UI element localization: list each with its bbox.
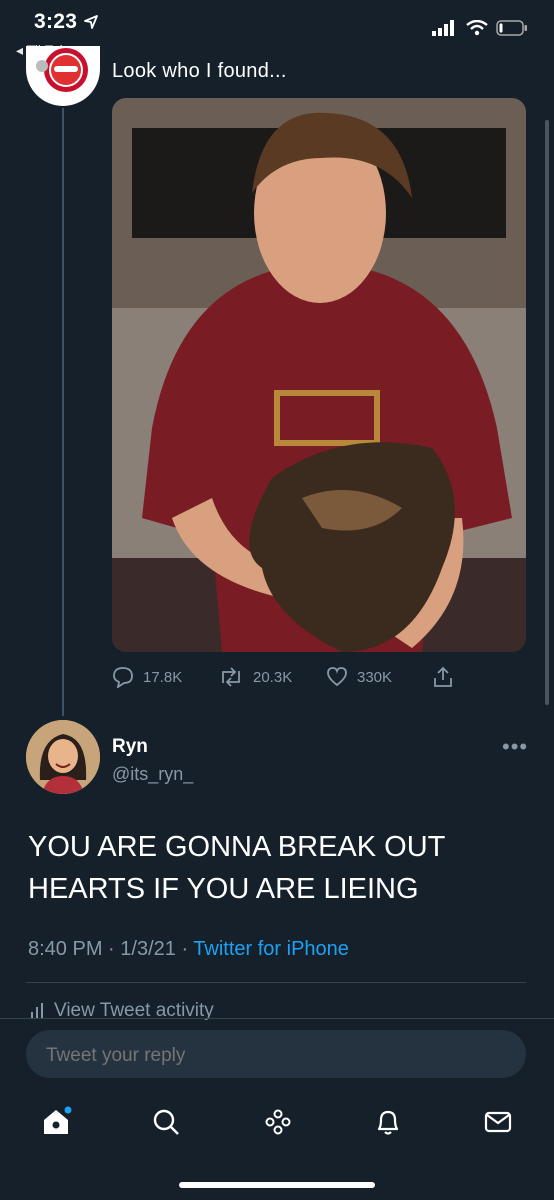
tweet-photo[interactable] <box>112 98 526 652</box>
activity-bars-icon <box>31 1003 43 1019</box>
catnap-logo-icon <box>36 48 88 92</box>
reply-input[interactable] <box>44 1044 488 1068</box>
retweet-action[interactable]: 20.3K <box>218 666 292 688</box>
search-icon <box>153 1109 179 1135</box>
tab-messages[interactable] <box>476 1100 520 1144</box>
reply-count: 17.8K <box>143 668 183 686</box>
like-count: 330K <box>357 668 393 686</box>
reply-divider <box>0 1018 554 1019</box>
share-icon <box>434 666 452 687</box>
cartoon-avatar-icon <box>26 720 100 794</box>
tweet-time: 8:40 PM <box>28 938 103 960</box>
wifi-icon <box>466 20 488 36</box>
tweet-meta: 8:40 PM · 1/3/21 · Twitter for iPhone <box>28 938 349 960</box>
home-icon <box>44 1106 72 1134</box>
reply-action[interactable]: 17.8K <box>112 666 182 688</box>
tab-spaces[interactable] <box>256 1100 300 1144</box>
parent-avatar[interactable] <box>26 46 100 106</box>
retweet-count: 20.3K <box>253 668 293 686</box>
tab-home[interactable] <box>34 1100 78 1144</box>
notifications-icon <box>377 1110 399 1135</box>
parent-tweet-text: Look who I found... <box>112 60 287 82</box>
divider <box>26 982 526 983</box>
home-indicator[interactable] <box>179 1182 375 1188</box>
tweet-text: YOU ARE GONNA BREAK OUT HEARTS IF YOU AR… <box>28 831 445 905</box>
author-name[interactable]: Ryn <box>112 736 148 758</box>
scrollbar[interactable] <box>545 120 549 705</box>
status-indicators <box>432 20 528 36</box>
photo-image-icon <box>112 98 526 652</box>
tweet-source-link[interactable]: Twitter for iPhone <box>193 938 349 960</box>
retweet-icon <box>222 667 240 687</box>
author-avatar[interactable] <box>26 720 100 794</box>
like-action[interactable]: 330K <box>326 666 392 688</box>
battery-icon <box>496 20 527 36</box>
status-time: 3:23 <box>34 10 99 34</box>
spaces-icon <box>265 1109 291 1135</box>
more-options-icon[interactable]: ••• <box>502 734 528 760</box>
tab-search[interactable] <box>144 1100 188 1144</box>
location-arrow-icon <box>84 15 99 30</box>
thread-line <box>62 108 64 716</box>
messages-icon <box>484 1111 512 1133</box>
signal-icon <box>432 20 454 36</box>
reply-icon <box>113 667 133 688</box>
heart-icon <box>327 667 347 687</box>
author-handle[interactable]: @its_ryn_ <box>112 764 193 785</box>
share-action[interactable] <box>432 666 454 688</box>
tweet-date: 1/3/21 <box>120 938 176 960</box>
tab-notifications[interactable] <box>366 1100 410 1144</box>
